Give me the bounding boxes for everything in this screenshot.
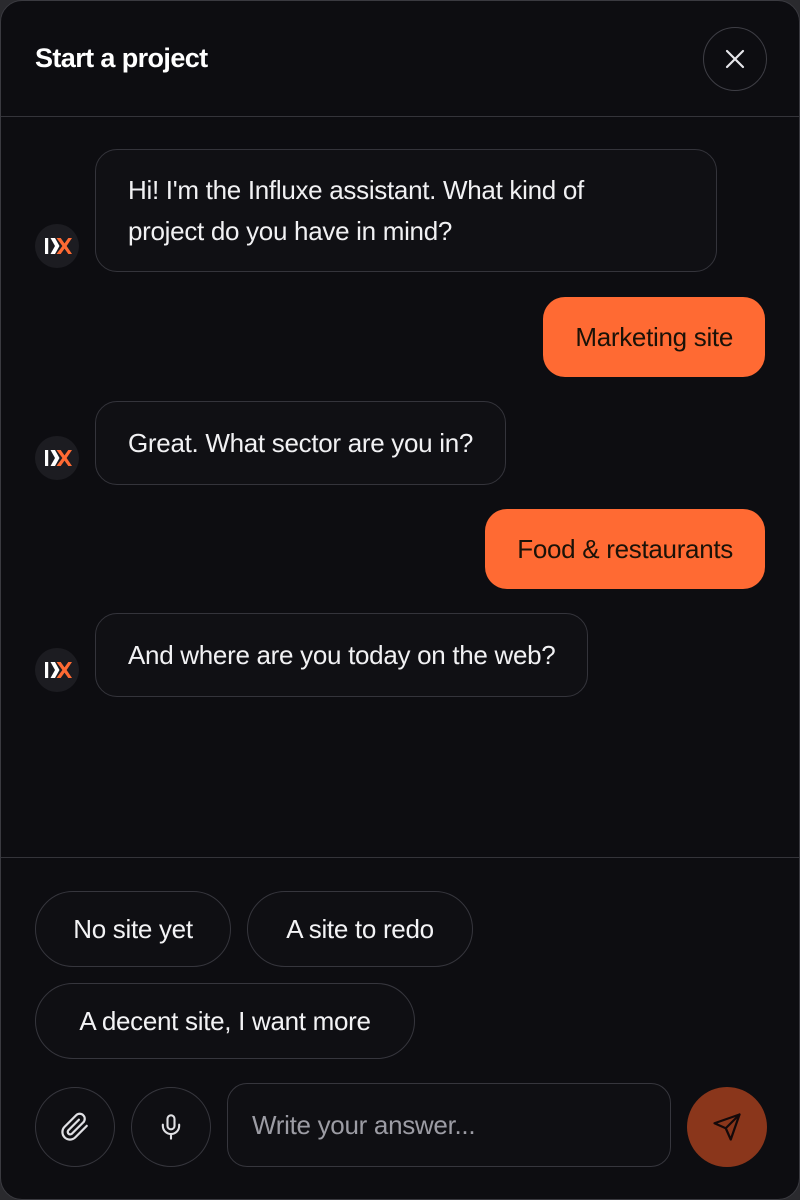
assistant-message: Hi! I'm the Influxe assistant. What kind… <box>95 149 717 272</box>
microphone-button[interactable] <box>131 1087 211 1167</box>
chat-header: Start a project <box>1 1 799 117</box>
influxe-logo-icon <box>45 450 72 466</box>
quick-reply-site-to-redo[interactable]: A site to redo <box>247 891 473 967</box>
message-list: IX Hi! I'm the Influxe assistant. What k… <box>1 118 799 858</box>
quick-reply-decent-site[interactable]: A decent site, I want more <box>35 983 415 1059</box>
assistant-message: And where are you today on the web? <box>95 613 589 697</box>
assistant-message: Great. What sector are you in? <box>95 401 507 485</box>
message-text-line: project do you have in mind? <box>128 215 453 246</box>
quick-reply-label: A site to redo <box>286 913 434 944</box>
attach-button[interactable] <box>35 1087 115 1167</box>
close-icon <box>725 49 745 69</box>
send-button[interactable] <box>687 1087 767 1167</box>
user-message: Marketing site <box>543 297 765 377</box>
assistant-avatar <box>35 436 79 480</box>
answer-input[interactable] <box>227 1083 671 1167</box>
influxe-logo-icon <box>45 238 72 254</box>
message-text: Marketing site <box>575 321 733 352</box>
quick-reply-label: A decent site, I want more <box>79 1005 371 1036</box>
paperclip-icon <box>61 1112 88 1141</box>
message-text-line: Hi! I'm the Influxe assistant. What kind… <box>128 174 584 205</box>
chat-panel: Start a project IX Hi! I'm the Influxe a… <box>0 0 800 1200</box>
assistant-avatar: IX <box>35 224 79 268</box>
assistant-avatar <box>35 648 79 692</box>
user-message: Food & restaurants <box>485 509 765 589</box>
message-text: Great. What sector are you in? <box>128 427 474 458</box>
message-text: Food & restaurants <box>517 533 733 564</box>
divider <box>1 857 799 858</box>
quick-reply-label: No site yet <box>73 913 193 944</box>
page-title: Start a project <box>35 43 208 73</box>
microphone-icon <box>161 1114 181 1140</box>
close-button[interactable] <box>703 27 767 91</box>
quick-reply-no-site[interactable]: No site yet <box>35 891 231 967</box>
message-text: And where are you today on the web? <box>128 639 556 670</box>
send-icon <box>713 1113 741 1141</box>
influxe-logo-icon <box>45 662 72 678</box>
